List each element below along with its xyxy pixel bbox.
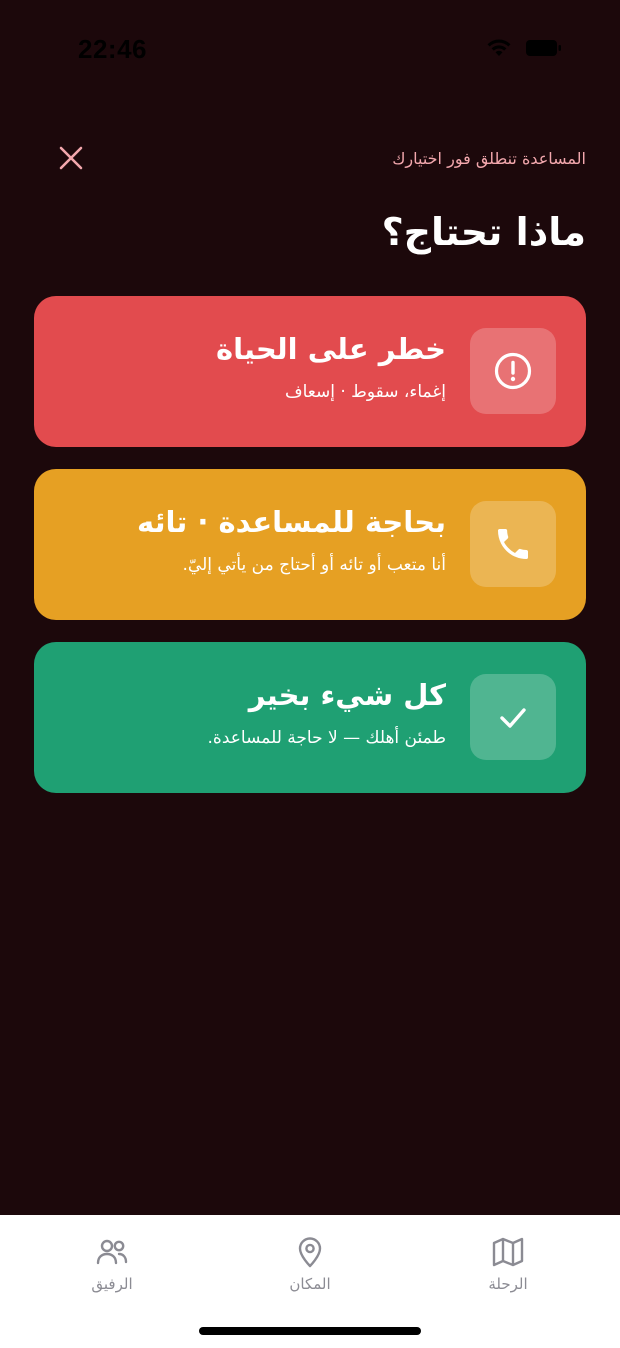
card-icon-box: [470, 501, 556, 587]
close-icon: [59, 146, 83, 170]
card-title: خطر على الحياة: [216, 332, 446, 366]
nav-item-trip[interactable]: الرحلة: [448, 1235, 568, 1293]
battery-icon: [526, 39, 562, 57]
nav-label: الرفيق: [91, 1275, 133, 1293]
life-danger-card[interactable]: خطر على الحياة إغماء، سقوط · إسعاف: [34, 296, 586, 447]
alert-circle-icon: [494, 352, 532, 390]
map-icon: [492, 1237, 524, 1267]
all-good-card[interactable]: كل شيء بخير طمئن أهلك — لا حاجة للمساعدة…: [34, 642, 586, 793]
card-title: بحاجة للمساعدة · تائه: [137, 505, 446, 539]
status-icons: [486, 38, 562, 57]
card-icon-box: [470, 328, 556, 414]
phone-icon: [498, 529, 528, 559]
top-row: المساعدة تنطلق فور اختيارك: [56, 140, 586, 176]
hint-text: المساعدة تنطلق فور اختيارك: [392, 148, 586, 168]
wifi-icon: [486, 38, 512, 57]
nav-label: المكان: [289, 1275, 331, 1293]
bottom-nav: الرحلة المكان الرفيق: [0, 1215, 620, 1348]
card-subtitle: طمئن أهلك — لا حاجة للمساعدة.: [207, 728, 446, 748]
close-button[interactable]: [56, 143, 86, 173]
card-subtitle: إغماء، سقوط · إسعاف: [284, 382, 446, 402]
home-indicator: [199, 1327, 421, 1335]
option-cards: خطر على الحياة إغماء، سقوط · إسعاف بحاجة…: [34, 296, 586, 815]
need-help-card[interactable]: بحاجة للمساعدة · تائه أنا متعب أو تائه أ…: [34, 469, 586, 620]
card-subtitle: أنا متعب أو تائه أو أحتاج من يأتي إليّ.: [182, 555, 446, 575]
users-icon: [96, 1239, 128, 1265]
card-title: كل شيء بخير: [248, 678, 446, 712]
location-pin-icon: [298, 1237, 322, 1268]
status-time: 22:46: [78, 34, 147, 64]
card-icon-box: [470, 674, 556, 760]
page-title: ماذا تحتاج؟: [381, 210, 586, 254]
check-icon: [500, 708, 526, 728]
nav-item-place[interactable]: المكان: [250, 1235, 370, 1293]
status-bar: 22:46: [0, 0, 620, 100]
nav-label: الرحلة: [488, 1275, 528, 1293]
nav-item-companion[interactable]: الرفيق: [52, 1235, 172, 1293]
